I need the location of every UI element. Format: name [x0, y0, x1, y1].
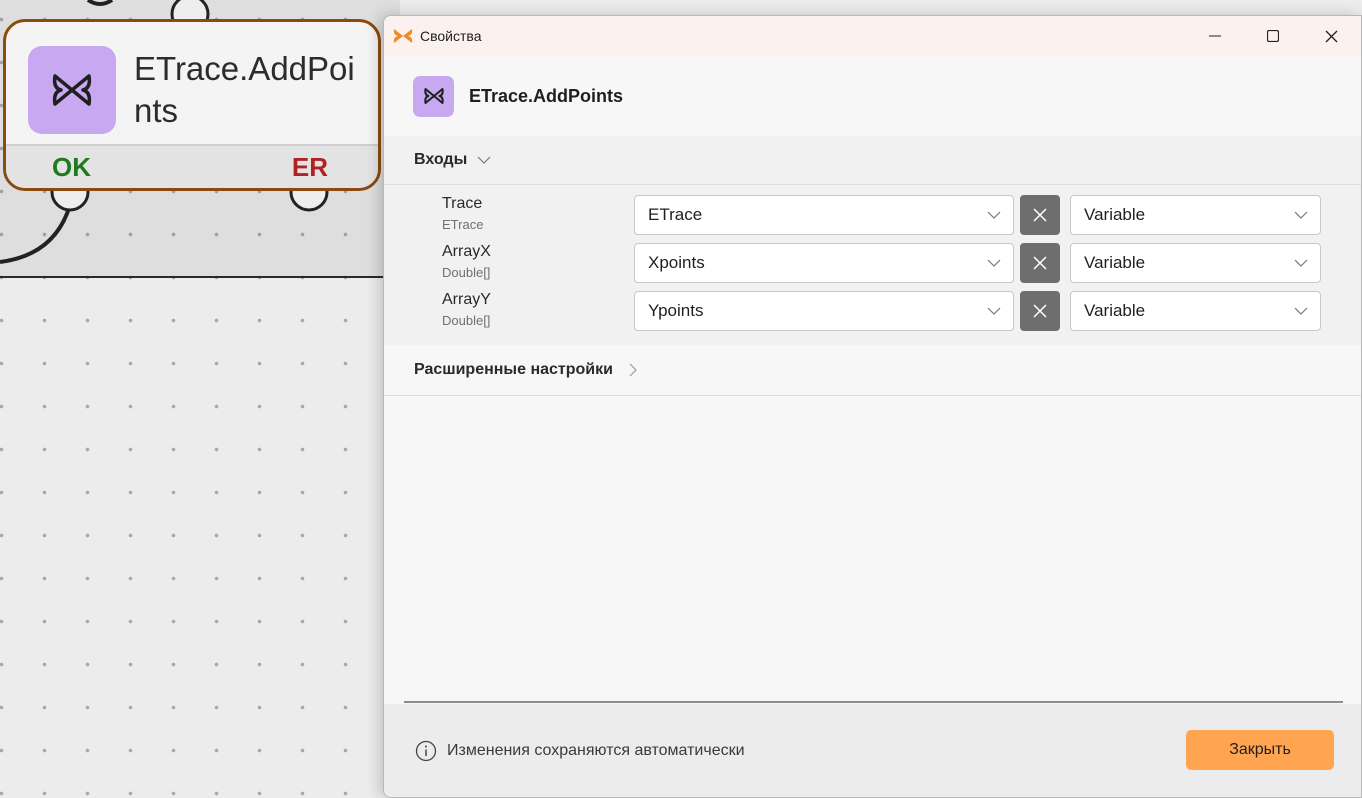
window-title: Свойства: [420, 28, 482, 44]
dialog-footer: Изменения сохраняются автоматически Закр…: [384, 704, 1361, 797]
input-value-combobox[interactable]: ETrace: [634, 195, 1014, 235]
maximize-icon: [1267, 30, 1279, 42]
chevron-down-icon: [987, 307, 1001, 316]
chevron-down-icon: [987, 211, 1001, 220]
close-icon: [1033, 304, 1047, 318]
chevron-down-icon: [477, 156, 491, 165]
input-type: ETrace: [442, 217, 484, 232]
flow-node[interactable]: ETrace.AddPoints OK ER: [3, 19, 381, 191]
properties-dialog: Свойства ETrace.AddPoints Входы Trace ET…: [383, 15, 1362, 798]
chevron-right-icon: [629, 363, 638, 377]
chevron-down-icon: [1294, 307, 1308, 316]
input-value-text: Xpoints: [648, 253, 705, 272]
input-type: Double[]: [442, 313, 491, 328]
close-window-button[interactable]: [1302, 16, 1360, 56]
input-kind-combobox[interactable]: Variable: [1070, 291, 1321, 331]
dialog-title: ETrace.AddPoints: [469, 85, 624, 106]
input-kind-text: Variable: [1084, 253, 1146, 272]
minimize-icon: [1209, 35, 1221, 37]
info-icon: [415, 740, 437, 762]
input-kind-text: Variable: [1084, 205, 1146, 224]
input-value-text: Ypoints: [648, 301, 704, 320]
input-name: ArrayX: [442, 243, 491, 260]
input-row: Trace ETrace ETrace Variable: [384, 195, 1361, 243]
input-value-text: ETrace: [648, 205, 703, 224]
close-button[interactable]: Закрыть: [1186, 730, 1334, 770]
maximize-button[interactable]: [1244, 16, 1302, 56]
chevron-down-icon: [987, 259, 1001, 268]
input-kind-text: Variable: [1084, 301, 1146, 320]
butterfly-icon: [393, 28, 413, 44]
node-title: ETrace.AddPoints: [134, 50, 355, 129]
input-value-combobox[interactable]: Xpoints: [634, 243, 1014, 283]
input-row: ArrayX Double[] Xpoints Variable: [384, 243, 1361, 291]
autosave-info-text: Изменения сохраняются автоматически: [447, 742, 745, 759]
node-ok-port-label: OK: [52, 152, 91, 182]
advanced-settings-toggle[interactable]: Расширенные настройки: [384, 345, 1361, 396]
inputs-list: Trace ETrace ETrace Variable ArrayX Doub…: [384, 185, 1361, 345]
input-type: Double[]: [442, 265, 491, 280]
chevron-down-icon: [1294, 259, 1308, 268]
clear-value-button[interactable]: [1020, 243, 1060, 283]
input-kind-combobox[interactable]: Variable: [1070, 243, 1321, 283]
dialog-header: ETrace.AddPoints: [384, 56, 1361, 136]
close-icon: [1033, 256, 1047, 270]
advanced-settings-label: Расширенные настройки: [414, 361, 613, 378]
input-name: Trace: [442, 195, 483, 212]
inputs-section-toggle[interactable]: Входы: [384, 136, 1361, 185]
inputs-section-label: Входы: [414, 151, 468, 168]
chevron-down-icon: [1294, 211, 1308, 220]
footer-divider: [404, 701, 1343, 703]
input-name: ArrayY: [442, 291, 491, 308]
butterfly-icon: [413, 75, 454, 117]
close-icon: [1325, 30, 1337, 42]
close-icon: [1033, 208, 1047, 222]
clear-value-button[interactable]: [1020, 291, 1060, 331]
input-kind-combobox[interactable]: Variable: [1070, 195, 1321, 235]
input-row: ArrayY Double[] Ypoints Variable: [384, 291, 1361, 339]
butterfly-icon: [28, 46, 116, 134]
clear-value-button[interactable]: [1020, 195, 1060, 235]
input-value-combobox[interactable]: Ypoints: [634, 291, 1014, 331]
node-er-port-label: ER: [291, 152, 328, 182]
minimize-button[interactable]: [1186, 16, 1244, 56]
node-footer: OK ER: [6, 144, 378, 188]
window-titlebar[interactable]: Свойства: [384, 16, 1361, 56]
